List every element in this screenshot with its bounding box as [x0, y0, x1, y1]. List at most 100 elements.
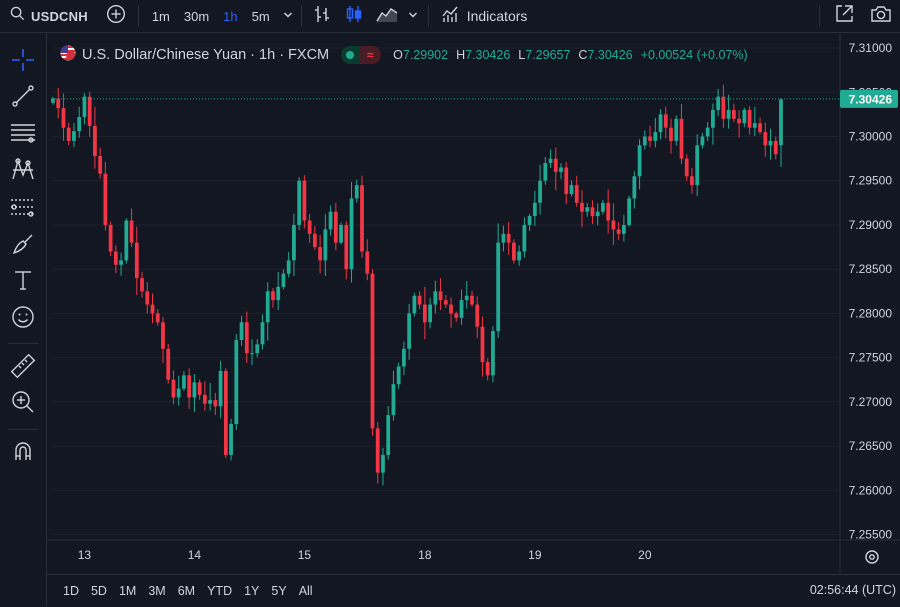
symbol-search[interactable]: USDCNH [0, 0, 98, 32]
compare-button[interactable] [98, 0, 134, 32]
plus-circle-icon [106, 4, 126, 29]
range-3m[interactable]: 3M [142, 584, 171, 598]
candle-body [312, 233, 317, 248]
chart-type-dropdown[interactable] [404, 0, 422, 32]
market-open-indicator [341, 46, 360, 64]
indicators-button[interactable]: Indicators [435, 0, 534, 32]
candle-body [386, 415, 391, 455]
area-chart-type-button[interactable] [370, 0, 404, 32]
zoom-tool[interactable] [0, 388, 46, 420]
candle-body [260, 322, 265, 345]
candle-body [365, 251, 370, 274]
brush-tool[interactable] [0, 230, 46, 262]
current-price-label: 7.30426 [849, 92, 893, 106]
candle-body [265, 291, 270, 323]
candle-body [187, 375, 192, 398]
interval-dropdown[interactable] [279, 0, 297, 32]
crosshair-tool[interactable] [0, 46, 46, 78]
candle-body [532, 202, 537, 217]
range-6m[interactable]: 6M [172, 584, 201, 598]
candle-body [145, 291, 150, 305]
range-1y[interactable]: 1Y [238, 584, 265, 598]
symbol-label: USDCNH [31, 8, 88, 24]
settings-icon[interactable] [865, 550, 879, 564]
ruler-icon [10, 353, 36, 384]
candle-body [323, 229, 328, 261]
candle-body [108, 224, 113, 252]
price-tick-label: 7.25500 [849, 528, 893, 542]
candle-body [491, 331, 495, 376]
market-status-pill[interactable]: ≈ [341, 46, 382, 64]
crosshair-icon [11, 48, 35, 77]
candle-body [653, 132, 658, 141]
candle-body [134, 242, 139, 279]
forecast-tool[interactable] [0, 193, 46, 225]
candle-body [250, 353, 254, 355]
candle-body [700, 136, 705, 146]
toolbar-divider [8, 343, 38, 344]
trend-line-tool[interactable] [0, 82, 46, 114]
interval-1m[interactable]: 1m [145, 9, 177, 24]
candle-body [354, 185, 359, 199]
emoji-tool[interactable] [0, 303, 46, 335]
candle-body [669, 127, 673, 141]
candle-body [234, 339, 239, 424]
candle-body [553, 158, 558, 172]
interval-5m[interactable]: 5m [245, 9, 277, 24]
candles-chart-type-button[interactable] [338, 0, 370, 32]
snapshot-button[interactable] [862, 0, 900, 32]
candle-body [763, 132, 768, 146]
candle-body [155, 313, 160, 323]
range-5y[interactable]: 5Y [265, 584, 292, 598]
time-tick-label: 19 [528, 548, 542, 562]
bar-chart-type-button[interactable] [306, 0, 338, 32]
candle-body [559, 167, 563, 172]
candle-body [721, 96, 726, 119]
range-1d[interactable]: 1D [57, 584, 85, 598]
text-tool[interactable] [0, 266, 46, 298]
candle-body [56, 98, 61, 109]
candle-body [223, 370, 228, 455]
range-1m[interactable]: 1M [113, 584, 142, 598]
fullscreen-button[interactable] [826, 0, 862, 32]
toolbar-divider [427, 5, 429, 27]
candle-body [449, 304, 453, 314]
pattern-tool[interactable] [0, 156, 46, 188]
interval-1h[interactable]: 1h [216, 9, 244, 24]
chart-pane[interactable]: 7.310007.305007.300007.295007.290007.285… [47, 33, 900, 573]
candle-body [98, 155, 103, 174]
candle-body [475, 304, 480, 327]
measure-tool[interactable] [0, 352, 46, 384]
us-flag-icon [60, 45, 76, 65]
candle-body [564, 167, 569, 194]
candle-body [506, 233, 511, 243]
candle-body [333, 211, 338, 243]
indicators-icon [441, 4, 461, 29]
time-tick-label: 14 [188, 548, 202, 562]
candle-body [543, 163, 548, 181]
high-value: 7.30426 [465, 48, 511, 62]
range-all[interactable]: All [293, 584, 319, 598]
candle-body [433, 291, 438, 305]
magnet-tool[interactable] [0, 437, 46, 469]
candle-body [82, 96, 87, 118]
candle-body [72, 131, 76, 141]
candle-body [464, 295, 469, 301]
candlestick-chart[interactable]: 7.310007.305007.300007.295007.290007.285… [47, 33, 900, 573]
candle-body [658, 114, 663, 133]
ohlc-values: O7.29902 H7.30426 L7.29657 C7.30426 +0.0… [393, 48, 748, 62]
interval-30m[interactable]: 30m [177, 9, 216, 24]
fib-tool[interactable] [0, 119, 46, 151]
text-icon [12, 269, 34, 296]
toolbar-divider [300, 5, 302, 27]
candle-body [360, 185, 364, 252]
utc-clock[interactable]: 02:56:44 (UTC) [810, 583, 896, 597]
candle-body [527, 216, 532, 225]
chart-title[interactable]: U.S. Dollar/Chinese Yuan · 1h · FXCM [82, 47, 329, 63]
range-ytd[interactable]: YTD [201, 584, 238, 598]
price-tick-label: 7.30000 [849, 130, 893, 144]
range-5d[interactable]: 5D [85, 584, 113, 598]
candle-body [726, 109, 731, 119]
open-label: O [393, 48, 403, 62]
candle-body [182, 375, 186, 389]
